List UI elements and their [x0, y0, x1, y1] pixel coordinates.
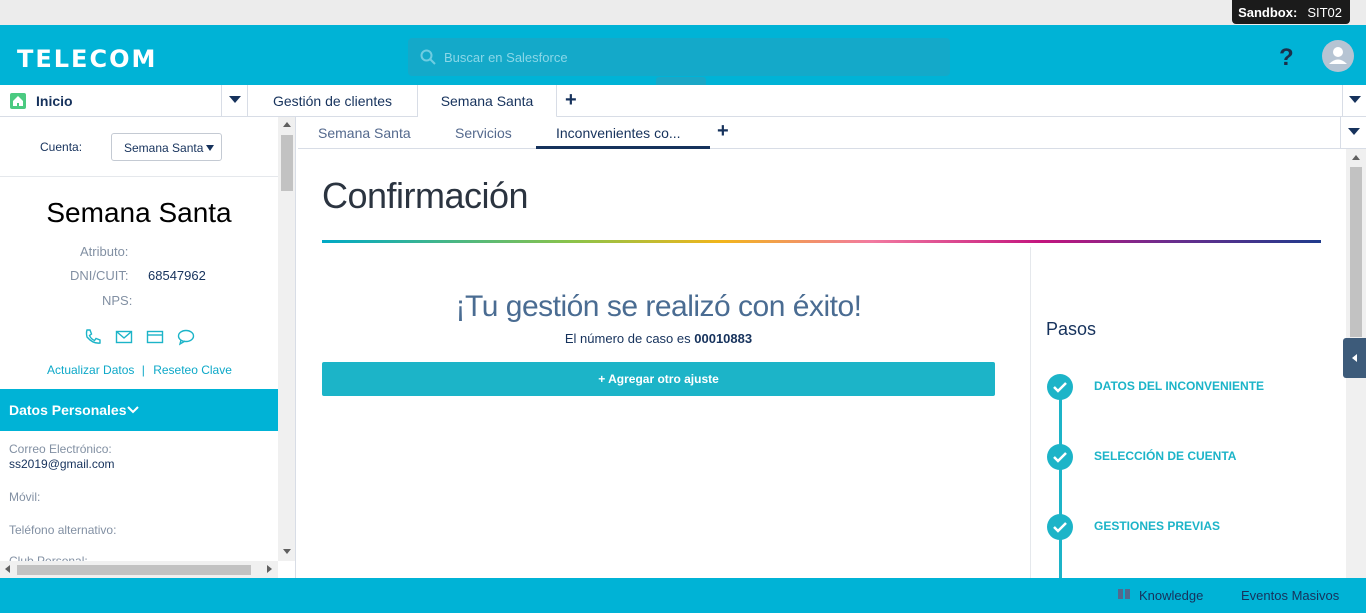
subtab-inconvenientes[interactable]: Inconvenientes co...	[556, 125, 681, 141]
success-message: ¡Tu gestión se realizó con éxito!	[455, 290, 862, 323]
utility-bar: Knowledge Eventos Masivos	[0, 578, 1366, 613]
book-icon	[1118, 589, 1130, 599]
account-label: Cuenta:	[40, 140, 83, 154]
main-tab-bar: Inicio Gestión de clientes Semana Santa …	[0, 85, 1366, 118]
check-icon	[1047, 374, 1073, 400]
subtab-semana-santa[interactable]: Semana Santa	[318, 125, 411, 141]
telecom-logo[interactable]: TELECOM	[17, 45, 157, 73]
add-tab-plus-icon[interactable]: +	[565, 90, 577, 110]
dni-label: DNI/CUIT:	[70, 268, 129, 283]
account-name: Semana Santa	[46, 197, 232, 228]
check-icon	[1047, 514, 1073, 540]
nav-dropdown-button[interactable]	[222, 85, 248, 117]
mobile-label: Móvil:	[9, 490, 41, 504]
search-icon	[420, 49, 436, 65]
alt-phone-label: Teléfono alternativo:	[9, 523, 117, 537]
account-sidebar: Cuenta: Semana Santa Semana Santa Atribu…	[0, 117, 296, 578]
subtab-overflow-button[interactable]	[1340, 117, 1366, 148]
email-value: ss2019@gmail.com	[9, 457, 115, 471]
add-subtab-plus-icon[interactable]: +	[717, 121, 729, 141]
chevron-down-icon	[206, 145, 214, 151]
case-prefix: El número de caso es	[564, 331, 691, 346]
personal-data-header[interactable]: Datos Personales	[0, 389, 278, 431]
tab-label: Inicio	[36, 93, 73, 109]
tab-gestion-clientes[interactable]: Gestión de clientes	[248, 85, 418, 117]
sub-tab-bar: Semana Santa Servicios Inconvenientes co…	[298, 117, 1366, 149]
subtab-servicios[interactable]: Servicios	[455, 125, 512, 141]
account-selector-row: Cuenta: Semana Santa	[0, 117, 278, 177]
sidebar-horizontal-scrollbar[interactable]	[0, 561, 278, 578]
user-icon	[1329, 47, 1347, 64]
chevron-left-icon	[1352, 354, 1357, 362]
scroll-thumb[interactable]	[17, 565, 251, 575]
atributo-label: Atributo:	[80, 244, 129, 259]
chevron-down-icon	[1349, 96, 1361, 103]
scroll-thumb[interactable]	[1350, 167, 1362, 337]
email-icon[interactable]	[115, 328, 133, 346]
update-data-link[interactable]: Actualizar Datos	[47, 363, 134, 377]
card-icon[interactable]	[146, 328, 164, 346]
scroll-right-icon[interactable]	[267, 565, 272, 573]
sandbox-name: SIT02	[1307, 5, 1342, 20]
scroll-thumb[interactable]	[281, 135, 293, 191]
title-divider	[322, 240, 1321, 243]
step-label[interactable]: DATOS DEL INCONVENIENTE	[1094, 379, 1264, 393]
top-strip	[0, 0, 1366, 25]
case-number: 00010883	[694, 331, 753, 346]
scroll-left-icon[interactable]	[5, 565, 10, 573]
link-separator: |	[141, 363, 145, 377]
steps-panel: Pasos DATOS DEL INCONVENIENTE SELECCIÓN …	[1030, 247, 1346, 578]
case-number-text: El número de caso es 00010883	[322, 331, 995, 346]
chevron-down-icon	[229, 96, 241, 103]
steps-connector	[1059, 387, 1062, 578]
section-title: Datos Personales	[9, 402, 127, 418]
scroll-up-icon[interactable]	[1352, 155, 1360, 160]
header-collapse-handle[interactable]	[656, 77, 706, 85]
global-header: TELECOM ?	[0, 25, 1366, 85]
email-label: Correo Electrónico:	[9, 442, 112, 456]
tab-overflow-button[interactable]	[1342, 85, 1366, 117]
knowledge-button[interactable]: Knowledge	[1139, 588, 1203, 603]
sandbox-label: Sandbox:	[1238, 5, 1298, 20]
dni-value: 68547962	[148, 268, 206, 283]
eventos-masivos-button[interactable]: Eventos Masivos	[1241, 588, 1339, 603]
account-links: Actualizar Datos | Reseteo Clave	[47, 363, 232, 377]
global-search[interactable]	[408, 38, 950, 76]
search-input[interactable]	[444, 38, 944, 76]
utility-panel-toggle[interactable]	[1343, 338, 1366, 378]
home-icon	[10, 93, 26, 109]
chat-icon[interactable]	[177, 328, 195, 346]
nps-label: NPS:	[102, 293, 133, 308]
user-avatar[interactable]	[1322, 40, 1354, 72]
main-content: Confirmación ¡Tu gestión se realizó con …	[298, 149, 1346, 578]
chevron-down-icon	[1348, 128, 1360, 135]
account-select[interactable]: Semana Santa	[111, 133, 222, 161]
tab-semana-santa[interactable]: Semana Santa	[418, 85, 557, 118]
page-title: Confirmación	[322, 175, 529, 216]
chevron-down-icon	[127, 406, 139, 414]
steps-title: Pasos	[1046, 319, 1097, 339]
scroll-up-icon[interactable]	[283, 122, 291, 127]
phone-icon[interactable]	[84, 328, 102, 346]
reset-password-link[interactable]: Reseteo Clave	[153, 363, 232, 377]
check-icon	[1047, 444, 1073, 470]
add-adjustment-button[interactable]: + Agregar otro ajuste	[322, 362, 995, 396]
sidebar-vertical-scrollbar[interactable]	[278, 117, 295, 561]
step-label[interactable]: GESTIONES PREVIAS	[1094, 519, 1220, 533]
step-label[interactable]: SELECCIÓN DE CUENTA	[1094, 449, 1236, 463]
scroll-down-icon[interactable]	[283, 549, 291, 554]
sandbox-badge: Sandbox: SIT02	[1232, 0, 1350, 24]
account-select-value: Semana Santa	[124, 141, 204, 155]
contact-icons	[84, 328, 204, 346]
help-icon[interactable]: ?	[1279, 44, 1294, 72]
tab-inicio[interactable]: Inicio	[0, 85, 222, 117]
